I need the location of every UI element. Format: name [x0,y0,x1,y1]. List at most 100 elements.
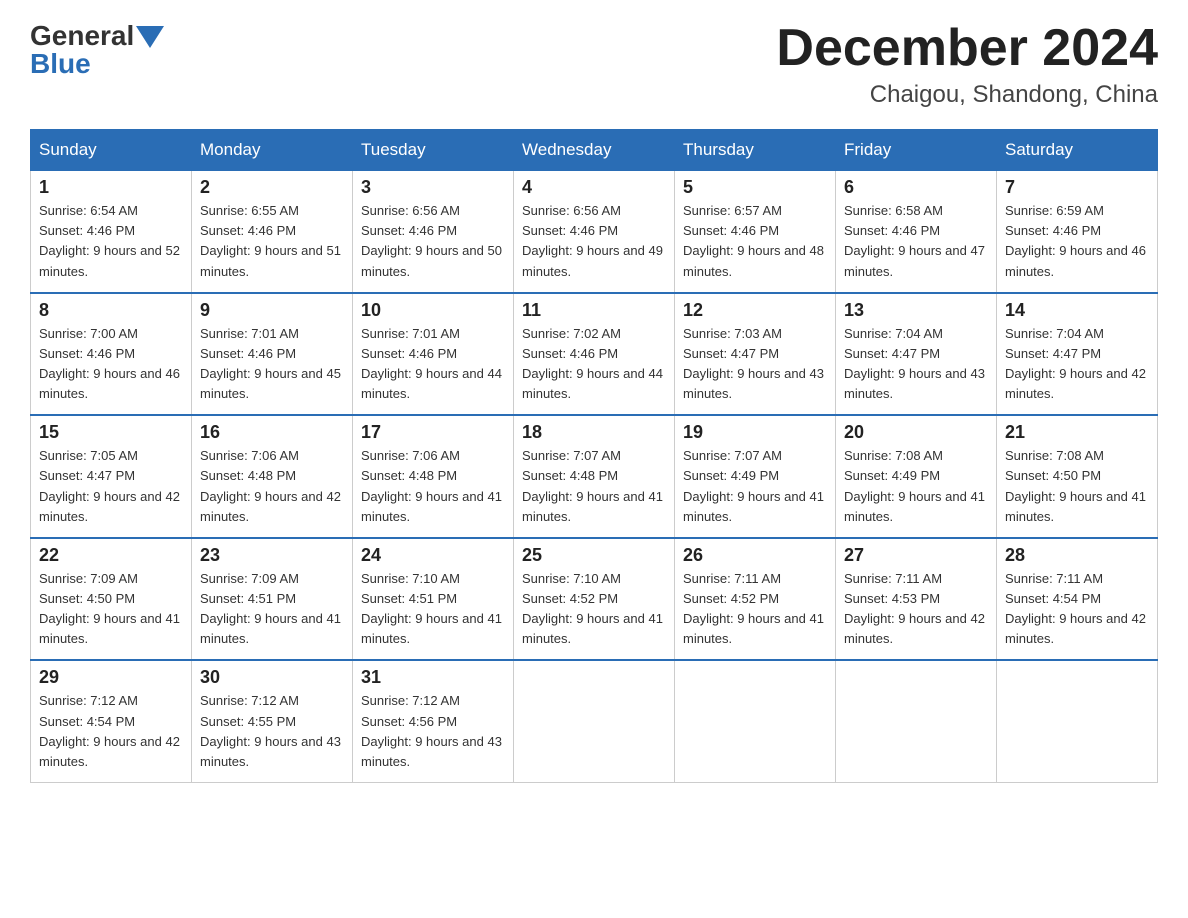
calendar-cell: 14 Sunrise: 7:04 AMSunset: 4:47 PMDaylig… [997,293,1158,416]
calendar-cell: 11 Sunrise: 7:02 AMSunset: 4:46 PMDaylig… [514,293,675,416]
calendar-header-row: SundayMondayTuesdayWednesdayThursdayFrid… [31,130,1158,171]
day-number: 7 [1005,177,1149,198]
calendar-cell: 9 Sunrise: 7:01 AMSunset: 4:46 PMDayligh… [192,293,353,416]
day-info: Sunrise: 7:11 AMSunset: 4:53 PMDaylight:… [844,571,985,646]
day-info: Sunrise: 7:09 AMSunset: 4:50 PMDaylight:… [39,571,180,646]
day-number: 20 [844,422,988,443]
day-info: Sunrise: 7:12 AMSunset: 4:55 PMDaylight:… [200,693,341,768]
logo: General Blue [30,20,164,80]
calendar-cell: 5 Sunrise: 6:57 AMSunset: 4:46 PMDayligh… [675,171,836,293]
calendar-week-row: 15 Sunrise: 7:05 AMSunset: 4:47 PMDaylig… [31,415,1158,538]
day-number: 1 [39,177,183,198]
calendar-header-friday: Friday [836,130,997,171]
title-block: December 2024 Chaigou, Shandong, China [776,20,1158,109]
day-number: 31 [361,667,505,688]
day-info: Sunrise: 7:11 AMSunset: 4:52 PMDaylight:… [683,571,824,646]
day-number: 13 [844,300,988,321]
day-number: 2 [200,177,344,198]
calendar-cell: 30 Sunrise: 7:12 AMSunset: 4:55 PMDaylig… [192,660,353,782]
day-info: Sunrise: 7:07 AMSunset: 4:48 PMDaylight:… [522,448,663,523]
calendar-week-row: 1 Sunrise: 6:54 AMSunset: 4:46 PMDayligh… [31,171,1158,293]
location-title: Chaigou, Shandong, China [776,81,1158,109]
calendar-cell [997,660,1158,782]
day-number: 19 [683,422,827,443]
day-info: Sunrise: 7:00 AMSunset: 4:46 PMDaylight:… [39,326,180,401]
month-title: December 2024 [776,20,1158,77]
calendar-cell: 20 Sunrise: 7:08 AMSunset: 4:49 PMDaylig… [836,415,997,538]
calendar-week-row: 29 Sunrise: 7:12 AMSunset: 4:54 PMDaylig… [31,660,1158,782]
day-info: Sunrise: 7:12 AMSunset: 4:56 PMDaylight:… [361,693,502,768]
calendar-cell: 12 Sunrise: 7:03 AMSunset: 4:47 PMDaylig… [675,293,836,416]
calendar-cell: 28 Sunrise: 7:11 AMSunset: 4:54 PMDaylig… [997,538,1158,661]
calendar-week-row: 8 Sunrise: 7:00 AMSunset: 4:46 PMDayligh… [31,293,1158,416]
calendar-cell: 17 Sunrise: 7:06 AMSunset: 4:48 PMDaylig… [353,415,514,538]
calendar-cell: 4 Sunrise: 6:56 AMSunset: 4:46 PMDayligh… [514,171,675,293]
day-number: 9 [200,300,344,321]
calendar-cell: 8 Sunrise: 7:00 AMSunset: 4:46 PMDayligh… [31,293,192,416]
calendar-cell: 2 Sunrise: 6:55 AMSunset: 4:46 PMDayligh… [192,171,353,293]
day-number: 15 [39,422,183,443]
calendar-cell: 19 Sunrise: 7:07 AMSunset: 4:49 PMDaylig… [675,415,836,538]
day-info: Sunrise: 7:05 AMSunset: 4:47 PMDaylight:… [39,448,180,523]
calendar-cell: 31 Sunrise: 7:12 AMSunset: 4:56 PMDaylig… [353,660,514,782]
page-header: General Blue December 2024 Chaigou, Shan… [30,20,1158,109]
day-info: Sunrise: 7:08 AMSunset: 4:50 PMDaylight:… [1005,448,1146,523]
day-info: Sunrise: 7:07 AMSunset: 4:49 PMDaylight:… [683,448,824,523]
day-info: Sunrise: 7:01 AMSunset: 4:46 PMDaylight:… [361,326,502,401]
calendar-cell: 16 Sunrise: 7:06 AMSunset: 4:48 PMDaylig… [192,415,353,538]
day-number: 14 [1005,300,1149,321]
day-info: Sunrise: 7:10 AMSunset: 4:51 PMDaylight:… [361,571,502,646]
day-number: 18 [522,422,666,443]
calendar-cell: 3 Sunrise: 6:56 AMSunset: 4:46 PMDayligh… [353,171,514,293]
day-info: Sunrise: 6:59 AMSunset: 4:46 PMDaylight:… [1005,203,1146,278]
day-number: 26 [683,545,827,566]
day-info: Sunrise: 7:02 AMSunset: 4:46 PMDaylight:… [522,326,663,401]
day-info: Sunrise: 6:58 AMSunset: 4:46 PMDaylight:… [844,203,985,278]
calendar-header-monday: Monday [192,130,353,171]
day-info: Sunrise: 7:12 AMSunset: 4:54 PMDaylight:… [39,693,180,768]
calendar-cell: 7 Sunrise: 6:59 AMSunset: 4:46 PMDayligh… [997,171,1158,293]
logo-triangle-icon [136,26,164,48]
calendar-cell: 13 Sunrise: 7:04 AMSunset: 4:47 PMDaylig… [836,293,997,416]
day-number: 8 [39,300,183,321]
day-info: Sunrise: 6:54 AMSunset: 4:46 PMDaylight:… [39,203,180,278]
day-number: 4 [522,177,666,198]
calendar-week-row: 22 Sunrise: 7:09 AMSunset: 4:50 PMDaylig… [31,538,1158,661]
calendar-cell: 25 Sunrise: 7:10 AMSunset: 4:52 PMDaylig… [514,538,675,661]
calendar-cell: 21 Sunrise: 7:08 AMSunset: 4:50 PMDaylig… [997,415,1158,538]
day-number: 5 [683,177,827,198]
calendar-cell: 29 Sunrise: 7:12 AMSunset: 4:54 PMDaylig… [31,660,192,782]
calendar-cell: 23 Sunrise: 7:09 AMSunset: 4:51 PMDaylig… [192,538,353,661]
day-number: 16 [200,422,344,443]
day-number: 22 [39,545,183,566]
calendar-cell: 24 Sunrise: 7:10 AMSunset: 4:51 PMDaylig… [353,538,514,661]
calendar-cell: 15 Sunrise: 7:05 AMSunset: 4:47 PMDaylig… [31,415,192,538]
day-info: Sunrise: 7:10 AMSunset: 4:52 PMDaylight:… [522,571,663,646]
day-info: Sunrise: 7:04 AMSunset: 4:47 PMDaylight:… [1005,326,1146,401]
calendar-cell: 6 Sunrise: 6:58 AMSunset: 4:46 PMDayligh… [836,171,997,293]
day-info: Sunrise: 6:57 AMSunset: 4:46 PMDaylight:… [683,203,824,278]
day-info: Sunrise: 7:08 AMSunset: 4:49 PMDaylight:… [844,448,985,523]
calendar-cell [836,660,997,782]
calendar-header-saturday: Saturday [997,130,1158,171]
calendar-cell: 1 Sunrise: 6:54 AMSunset: 4:46 PMDayligh… [31,171,192,293]
day-number: 3 [361,177,505,198]
calendar-header-wednesday: Wednesday [514,130,675,171]
calendar-cell [514,660,675,782]
calendar-cell: 10 Sunrise: 7:01 AMSunset: 4:46 PMDaylig… [353,293,514,416]
calendar-cell [675,660,836,782]
day-info: Sunrise: 7:04 AMSunset: 4:47 PMDaylight:… [844,326,985,401]
day-info: Sunrise: 7:06 AMSunset: 4:48 PMDaylight:… [361,448,502,523]
day-number: 23 [200,545,344,566]
day-info: Sunrise: 7:01 AMSunset: 4:46 PMDaylight:… [200,326,341,401]
calendar-table: SundayMondayTuesdayWednesdayThursdayFrid… [30,129,1158,783]
calendar-cell: 22 Sunrise: 7:09 AMSunset: 4:50 PMDaylig… [31,538,192,661]
day-number: 29 [39,667,183,688]
day-number: 17 [361,422,505,443]
day-info: Sunrise: 7:06 AMSunset: 4:48 PMDaylight:… [200,448,341,523]
day-number: 25 [522,545,666,566]
day-number: 28 [1005,545,1149,566]
day-number: 12 [683,300,827,321]
day-info: Sunrise: 7:03 AMSunset: 4:47 PMDaylight:… [683,326,824,401]
day-number: 6 [844,177,988,198]
